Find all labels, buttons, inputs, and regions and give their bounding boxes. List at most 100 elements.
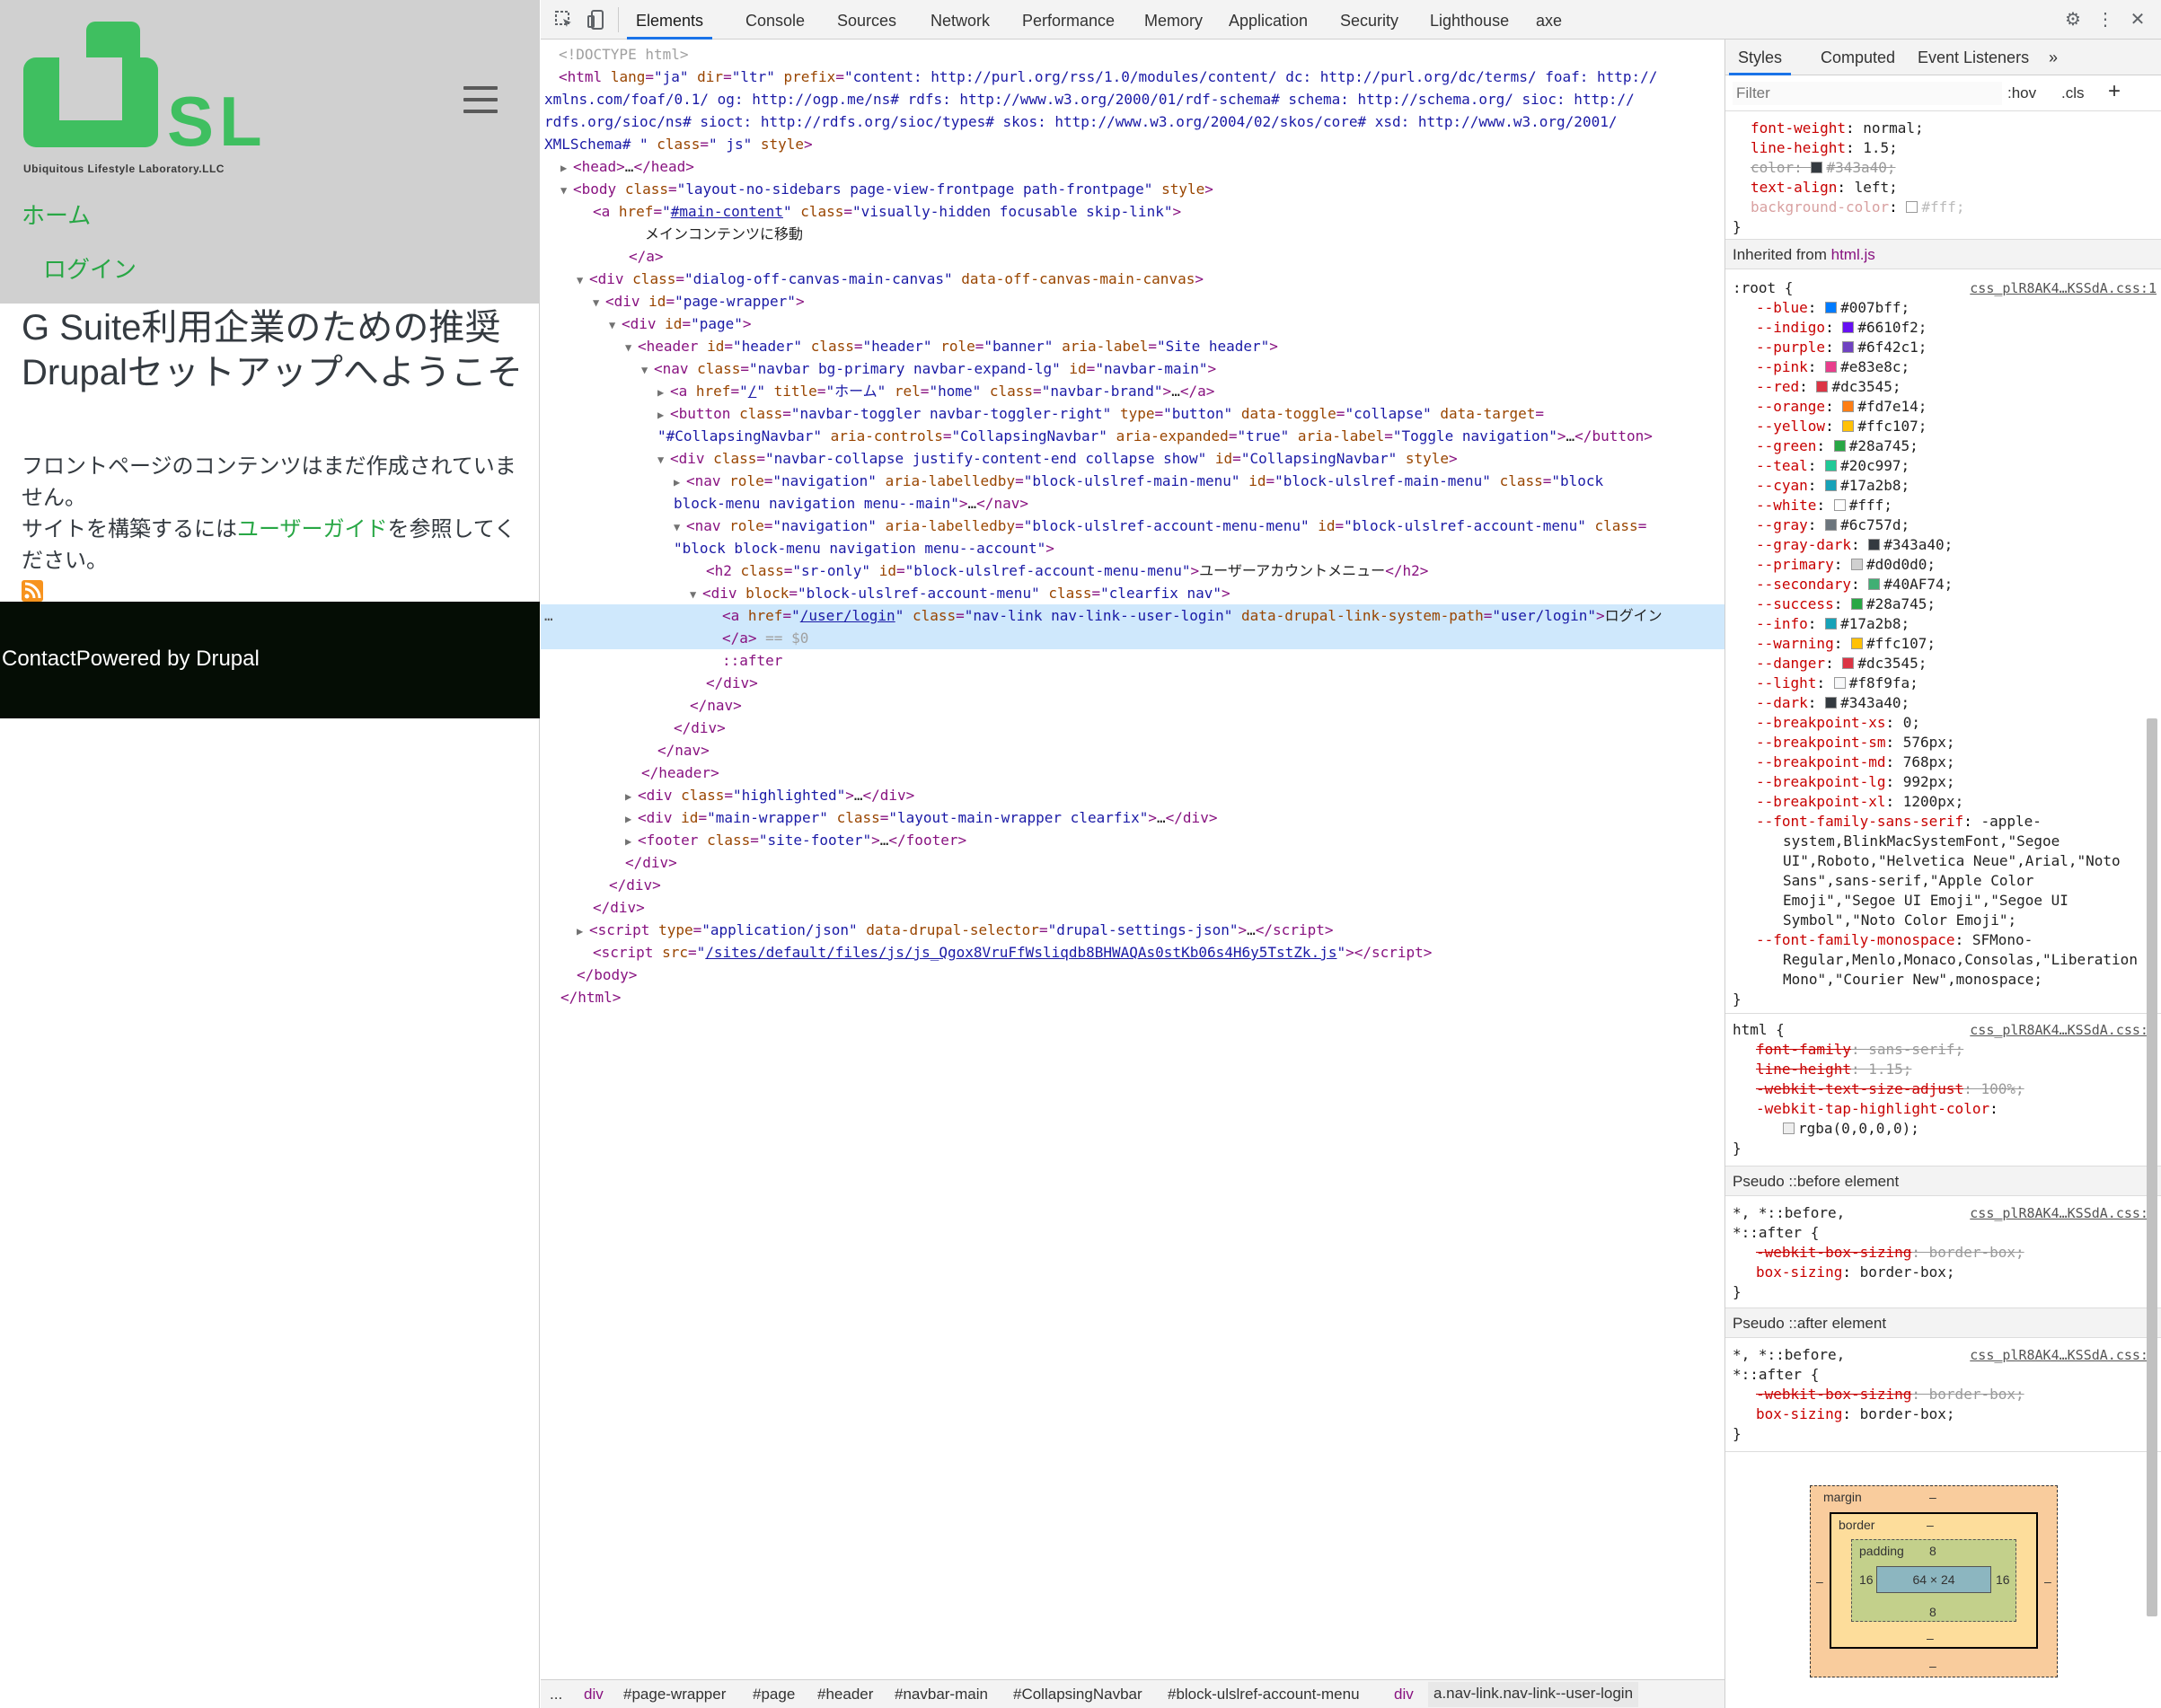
style-property[interactable]: -webkit-box-sizing: border-box; [1725, 1243, 2161, 1263]
device-toolbar-icon[interactable] [586, 9, 607, 31]
dom-line[interactable]: ▶ <div id="main-wrapper" class="layout-ma… [541, 806, 1724, 829]
style-property[interactable]: --danger: #dc3545; [1725, 654, 2161, 674]
dom-line[interactable]: </div> [541, 672, 1724, 694]
tab-performance[interactable]: Performance [1013, 0, 1124, 40]
close-devtools-icon[interactable]: ✕ [2127, 9, 2148, 31]
dom-line[interactable]: ▼ <div block="block-ulslref-account-menu"… [541, 582, 1724, 604]
breadcrumb-item[interactable]: div [1394, 1686, 1414, 1704]
dom-line[interactable]: ▼ <header id="header" class="header" role… [541, 335, 1724, 357]
rule-selector[interactable]: *, *::before, css_plR8AK4…KSSdA.css:1 [1725, 1203, 2161, 1223]
style-property[interactable]: --breakpoint-md: 768px; [1725, 753, 2161, 772]
more-tabs-icon[interactable]: » [2040, 40, 2067, 75]
tab-lighthouse[interactable]: Lighthouse [1421, 0, 1518, 40]
style-property[interactable]: --breakpoint-sm: 576px; [1725, 733, 2161, 753]
tab-sources[interactable]: Sources [828, 0, 905, 40]
navbar-toggler-button[interactable] [463, 86, 498, 113]
dom-line[interactable]: ▶ <script type="application/json" data-dr… [541, 919, 1724, 941]
style-property[interactable]: --secondary: #40AF74; [1725, 575, 2161, 594]
style-property[interactable]: --cyan: #17a2b8; [1725, 476, 2161, 496]
style-property[interactable]: --red: #dc3545; [1725, 377, 2161, 397]
style-property[interactable]: -webkit-box-sizing: border-box; [1725, 1385, 2161, 1404]
dom-line[interactable]: rdfs.org/sioc/ns# sioct: http://rdfs.org… [541, 110, 1724, 133]
dom-line[interactable]: ▼ <nav role="navigation" aria-labelledby=… [541, 515, 1724, 537]
inspect-element-icon[interactable] [553, 9, 575, 31]
tab-computed[interactable]: Computed [1812, 40, 1904, 75]
dom-line[interactable]: ▼ <div id="page-wrapper"> [541, 290, 1724, 313]
dom-line[interactable]: ▶ <head>…</head> [541, 155, 1724, 178]
cls-toggle[interactable]: .cls [2061, 84, 2085, 102]
style-property[interactable]: font-weight: normal; [1725, 119, 2161, 138]
elements-dom-tree[interactable]: <!DOCTYPE html> <html lang="ja" dir="ltr… [541, 40, 1724, 1679]
inherited-element[interactable]: html.js [1831, 246, 1875, 263]
style-property[interactable]: --yellow: #ffc107; [1725, 417, 2161, 436]
breadcrumb-item[interactable]: #page-wrapper [623, 1686, 726, 1704]
dom-line[interactable]: </nav> [541, 739, 1724, 762]
style-property[interactable]: --pink: #e83e8c; [1725, 357, 2161, 377]
dom-line[interactable]: ▼ <nav class="navbar bg-primary navbar-ex… [541, 357, 1724, 380]
style-property[interactable]: --breakpoint-xl: 1200px; [1725, 792, 2161, 812]
settings-gear-icon[interactable]: ⚙ [2062, 9, 2084, 31]
style-property[interactable]: --breakpoint-xs: 0; [1725, 713, 2161, 733]
rss-feed-icon[interactable] [22, 580, 43, 602]
dom-line[interactable]: ▶ <nav role="navigation" aria-labelledby=… [541, 470, 1724, 492]
style-property[interactable]: --success: #28a745; [1725, 594, 2161, 614]
dom-line[interactable]: <!DOCTYPE html> [541, 43, 1724, 66]
style-property[interactable]: --font-family-sans-serif: -apple- [1725, 812, 2161, 832]
dom-line[interactable]: ▼ <div class="navbar-collapse justify-con… [541, 447, 1724, 470]
style-property[interactable]: color: #343a40; [1725, 158, 2161, 178]
user-guide-link[interactable]: ユーザーガイド [237, 517, 388, 541]
style-property[interactable]: line-height: 1.5; [1725, 138, 2161, 158]
dom-line[interactable]: <html lang="ja" dir="ltr" prefix="conten… [541, 66, 1724, 88]
style-property[interactable]: --primary: #d0d0d0; [1725, 555, 2161, 575]
tab-axe[interactable]: axe [1527, 0, 1571, 40]
tab-console[interactable]: Console [737, 0, 814, 40]
tab-network[interactable]: Network [922, 0, 999, 40]
style-property[interactable]: font-family: sans-serif; [1725, 1040, 2161, 1060]
dom-line[interactable]: </header> [541, 762, 1724, 784]
tab-event-listeners[interactable]: Event Listeners [1909, 40, 2038, 75]
dom-line[interactable]: </html> [541, 986, 1724, 1008]
style-property[interactable]: box-sizing: border-box; [1725, 1404, 2161, 1424]
dom-line-selected[interactable]: … <a href="/user/login" class="nav-link n… [541, 604, 1724, 627]
style-property[interactable]: --warning: #ffc107; [1725, 634, 2161, 654]
nav-link-home[interactable]: ホーム [22, 198, 91, 231]
tab-styles[interactable]: Styles [1729, 40, 1792, 75]
dom-line[interactable]: ▶ <div class="highlighted">…</div> [541, 784, 1724, 806]
style-property[interactable]: --gray: #6c757d; [1725, 515, 2161, 535]
style-property[interactable]: -webkit-text-size-adjust: 100%; [1725, 1079, 2161, 1099]
dom-line[interactable]: <a href="#main-content" class="visually-… [541, 200, 1724, 223]
styles-scrollbar[interactable] [2147, 718, 2157, 1616]
dom-line[interactable]: </div> [541, 851, 1724, 874]
dom-line[interactable]: </div> [541, 896, 1724, 919]
more-options-icon[interactable]: ⋮ [2095, 9, 2116, 31]
dom-line[interactable]: XMLSchema# " class=" js" style> [541, 133, 1724, 155]
tab-memory[interactable]: Memory [1135, 0, 1212, 40]
dom-line[interactable]: "#CollapsingNavbar" aria-controls="Colla… [541, 425, 1724, 447]
dom-line[interactable]: xmlns.com/foaf/0.1/ og: http://ogp.me/ns… [541, 88, 1724, 110]
style-property[interactable]: background-color: #fff; [1725, 198, 2161, 217]
box-model-content[interactable]: 64 × 24 [1876, 1566, 1991, 1593]
rule-source-link[interactable]: css_plR8AK4…KSSdA.css:1 [1970, 1345, 2157, 1365]
dom-line[interactable]: block-menu navigation menu--main">…</nav… [541, 492, 1724, 515]
tab-security[interactable]: Security [1331, 0, 1407, 40]
breadcrumb-item[interactable]: #page [753, 1686, 795, 1704]
hov-toggle[interactable]: :hov [2007, 84, 2036, 102]
breadcrumb-item[interactable]: #block-ulslref-account-menu [1168, 1686, 1360, 1704]
style-property[interactable]: --dark: #343a40; [1725, 693, 2161, 713]
nav-link-login[interactable]: ログイン [43, 251, 137, 285]
dom-line[interactable]: メインコンテンツに移動 [541, 223, 1724, 245]
breadcrumb-item-current[interactable]: a.nav-link.nav-link--user-login [1428, 1682, 1639, 1707]
breadcrumb-item[interactable]: ... [550, 1686, 562, 1704]
dom-line[interactable]: <script src="/sites/default/files/js/js_… [541, 941, 1724, 964]
dom-line[interactable]: ▶ <footer class="site-footer">…</footer> [541, 829, 1724, 851]
style-property[interactable]: --white: #fff; [1725, 496, 2161, 515]
style-property[interactable]: --green: #28a745; [1725, 436, 2161, 456]
rule-selector[interactable]: :root {css_plR8AK4…KSSdA.css:1 [1725, 278, 2161, 298]
style-property[interactable]: --orange: #fd7e14; [1725, 397, 2161, 417]
dom-line[interactable]: ▼ <div id="page"> [541, 313, 1724, 335]
tab-application[interactable]: Application [1220, 0, 1317, 40]
dom-line[interactable]: ▶ <a href="/" title="ホーム" rel="home" clas… [541, 380, 1724, 402]
breadcrumb-item[interactable]: #header [817, 1686, 873, 1704]
style-property[interactable]: line-height: 1.15; [1725, 1060, 2161, 1079]
breadcrumb-item[interactable]: #navbar-main [895, 1686, 988, 1704]
